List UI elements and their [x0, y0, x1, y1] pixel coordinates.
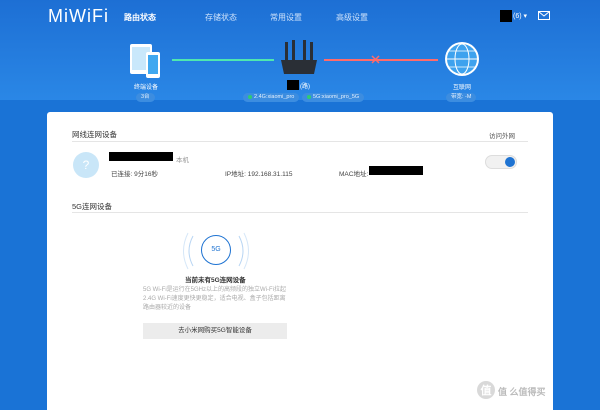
devices-icon[interactable] [128, 42, 164, 82]
ssid-5g-label: 5G:xiaomi_pro_5G [313, 94, 360, 100]
fiveg-description: 5G Wi-Fi是运行在5GHz以上的高频段的独立Wi-Fi拉起2.4G Wi-… [143, 287, 286, 311]
lan-link-line [172, 59, 274, 61]
router-name-suffix: (路) [300, 84, 310, 90]
fiveg-section-title: 5G连网设备 [72, 202, 113, 211]
fiveg-badge-icon: 5G [201, 235, 231, 265]
user-menu-label[interactable]: (6) ▾ [513, 12, 527, 20]
watermark-text: 值 么值得买 [498, 387, 546, 397]
router-name-redacted [287, 80, 299, 90]
header-bar: MiWiFi 路由状态 存储状态 常用设置 高级设置 (6) ▾ 终端设备 3台… [0, 0, 600, 102]
ssid-5g-pill: 5G:xiaomi_pro_5G [302, 93, 365, 102]
disconnect-x-icon [371, 55, 380, 64]
device-mac-redacted [369, 166, 423, 175]
section-divider [72, 141, 528, 142]
device-avatar-icon: ? [73, 152, 99, 178]
internet-label: 互联网 [452, 85, 471, 91]
devices-label: 终端设备 [133, 85, 158, 91]
tab-common-settings[interactable]: 常用设置 [270, 12, 302, 23]
ssid-24g-label: 2.4G:xiaomi_pro [254, 94, 295, 100]
wan-link-line [324, 59, 438, 61]
status-dot-icon [248, 94, 252, 99]
svg-text:值: 值 [481, 383, 492, 397]
tab-storage-status[interactable]: 存储状态 [205, 12, 237, 23]
smzdm-watermark-icon: 值 [477, 381, 495, 399]
devices-count-pill: 3台 [136, 93, 155, 102]
device-mac-label: MAC地址: [339, 171, 369, 178]
tab-router-status[interactable]: 路由状态 [124, 12, 156, 23]
logo: MiWiFi [48, 6, 109, 26]
fiveg-empty-title: 当前未有5G连网设备 [185, 277, 246, 284]
user-name-redacted[interactable] [500, 10, 512, 22]
device-self-tag: 本机 [176, 157, 189, 164]
section-divider [72, 212, 528, 213]
buy-5g-devices-button[interactable]: 去小米网购买5G智能设备 [143, 323, 287, 339]
device-connected-time: 已连接: 9分16秒 [111, 171, 158, 178]
tab-advanced-settings[interactable]: 高级设置 [336, 12, 368, 23]
wired-section-title: 网线连网设备 [72, 130, 117, 139]
toggle-knob [505, 157, 515, 167]
mail-icon[interactable] [538, 11, 550, 20]
router-icon[interactable] [278, 40, 320, 80]
device-name-redacted [109, 152, 173, 161]
ssid-24g-pill: 2.4G:xiaomi_pro [243, 93, 300, 102]
globe-icon[interactable] [443, 40, 481, 78]
device-ip-address: IP地址: 192.168.31.115 [225, 171, 293, 178]
internet-speed-pill: 带宽: -M [446, 93, 477, 102]
internet-access-header: 访问外网 [489, 133, 515, 140]
status-dot-icon [307, 94, 311, 99]
internet-access-toggle[interactable] [485, 155, 517, 169]
device-panel: 网线连网设备 访问外网 ? 本机 已连接: 9分16秒 IP地址: 192.16… [47, 112, 553, 410]
